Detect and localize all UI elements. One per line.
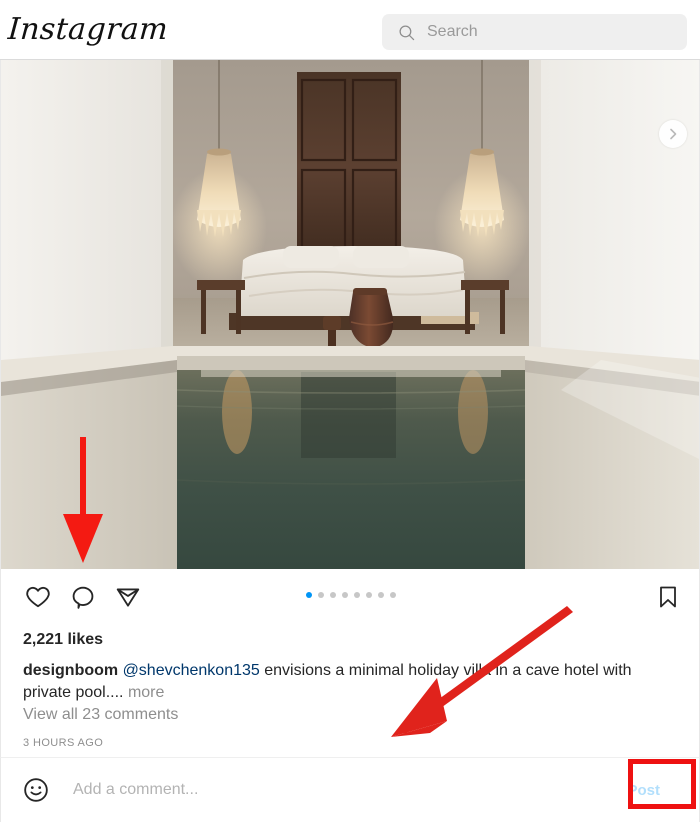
post-image (1, 60, 699, 569)
add-comment-input[interactable] (71, 780, 622, 800)
post-action-bar (1, 578, 700, 620)
post-media[interactable] (0, 60, 700, 569)
post-caption: designboom @shevchenkon135 envisions a m… (23, 660, 683, 704)
chevron-right-icon (670, 128, 677, 140)
instagram-post-screen: Instagram Search 2,221 likes designboom … (0, 0, 700, 822)
carousel-dot-6[interactable] (366, 592, 372, 598)
carousel-dot-5[interactable] (354, 592, 360, 598)
comment-bar: Post (0, 757, 700, 822)
post-timestamp: 3 HOURS AGO (23, 737, 104, 749)
instagram-logo[interactable]: Instagram (7, 12, 169, 47)
carousel-dot-3[interactable] (330, 592, 336, 598)
app-header: Instagram Search (0, 0, 700, 60)
search-icon (399, 24, 415, 40)
post-button-highlight (628, 759, 696, 809)
carousel-next-button[interactable] (659, 120, 687, 148)
carousel-dot-8[interactable] (390, 592, 396, 598)
search-placeholder-text: Search (427, 23, 478, 40)
caption-mention[interactable]: @shevchenkon135 (123, 662, 260, 679)
carousel-dot-1[interactable] (306, 592, 312, 598)
search-input[interactable]: Search (382, 14, 687, 50)
likes-count[interactable]: 2,221 likes (23, 631, 103, 649)
carousel-dot-4[interactable] (342, 592, 348, 598)
smiley-face-icon[interactable] (23, 777, 49, 803)
carousel-dot-7[interactable] (378, 592, 384, 598)
carousel-dot-2[interactable] (318, 592, 324, 598)
view-all-comments-link[interactable]: View all 23 comments (23, 706, 178, 724)
caption-username[interactable]: designboom (23, 662, 118, 679)
carousel-dots[interactable] (1, 592, 700, 598)
caption-more-link[interactable]: more (128, 684, 164, 701)
